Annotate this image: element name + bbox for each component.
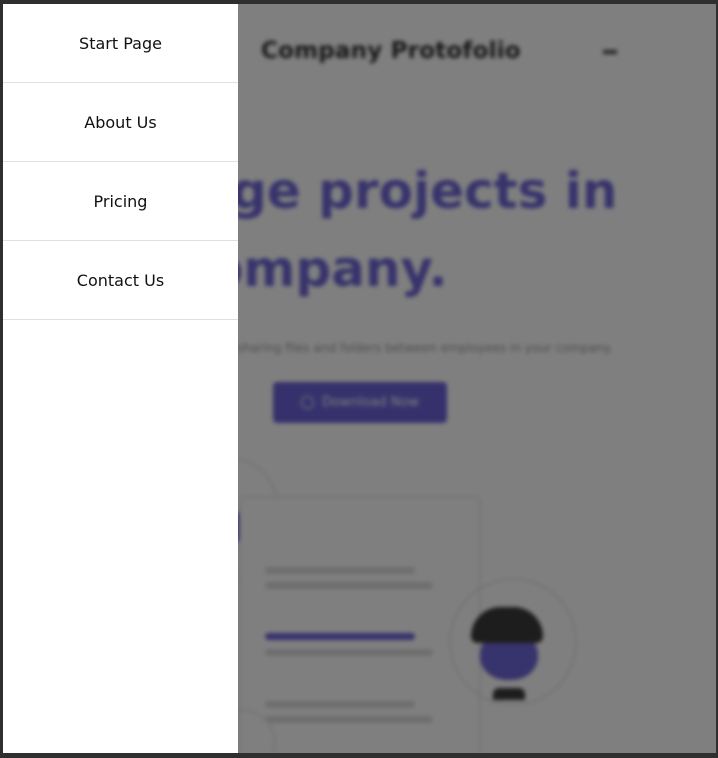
menu-item-pricing[interactable]: Pricing xyxy=(3,162,238,241)
menu-item-contact-us[interactable]: Contact Us xyxy=(3,241,238,320)
menu-item-start-page[interactable]: Start Page xyxy=(3,4,238,83)
menu-item-about-us[interactable]: About Us xyxy=(3,83,238,162)
navigation-drawer: Start Page About Us Pricing Contact Us xyxy=(3,4,238,753)
viewport: Company Protofolio anage projects in e c… xyxy=(3,4,716,753)
